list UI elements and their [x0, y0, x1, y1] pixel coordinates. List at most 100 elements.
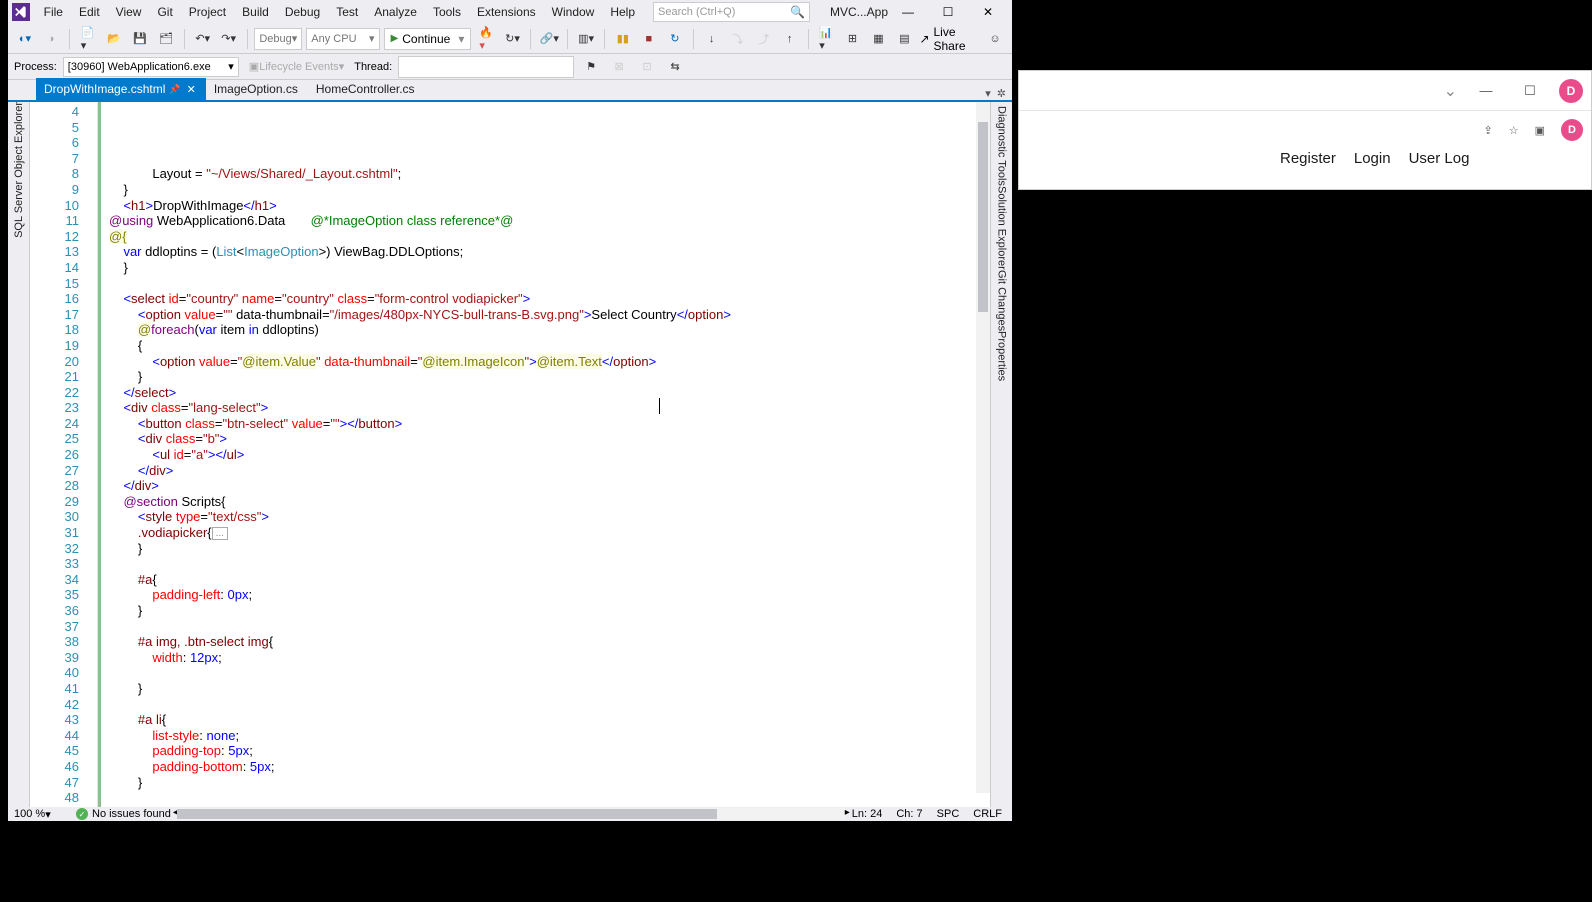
side-tab-diagnostic-tools[interactable]: Diagnostic Tools	[996, 106, 1008, 186]
code-line[interactable]: <select id="country" name="country" clas…	[109, 291, 986, 307]
code-line[interactable]: list-style: none;	[109, 728, 986, 744]
menu-view[interactable]: View	[108, 2, 150, 22]
code-line[interactable]: width: 12px;	[109, 650, 986, 666]
horizontal-scrollbar[interactable]: ◂ ▸	[177, 808, 846, 820]
code-line[interactable]: {	[109, 338, 986, 354]
pin-icon[interactable]: 📌	[169, 84, 180, 95]
feedback-button[interactable]: ☺	[984, 28, 1006, 50]
graph-button[interactable]: 📊▾	[815, 28, 837, 50]
step-over-button[interactable]: ⤵	[727, 28, 749, 50]
code-body[interactable]: Layout = "~/Views/Shared/_Layout.cshtml"…	[98, 102, 990, 807]
restart-button[interactable]: ↻	[664, 28, 686, 50]
star-icon[interactable]: ☆	[1509, 124, 1519, 137]
code-line[interactable]: }	[109, 541, 986, 557]
lifecycle-button[interactable]: ▣ Lifecycle Events ▾	[245, 56, 348, 78]
stop-button[interactable]: ■	[638, 28, 660, 50]
code-line[interactable]	[109, 619, 986, 635]
code-line[interactable]: var ddloptins = (List<ImageOption>) View…	[109, 244, 986, 260]
menu-analyze[interactable]: Analyze	[366, 2, 425, 22]
tab-settings-button[interactable]: ✲	[997, 87, 1006, 100]
code-line[interactable]: <style type="text/css">	[109, 509, 986, 525]
share-icon[interactable]: ⇪	[1484, 124, 1493, 137]
code-line[interactable]: <ul id="a"></ul>	[109, 447, 986, 463]
toggle-button-1[interactable]: ▥▾	[575, 28, 597, 50]
menu-build[interactable]: Build	[234, 2, 277, 22]
code-line[interactable]	[109, 276, 986, 292]
platform-dropdown[interactable]: Any CPU▾	[306, 28, 379, 50]
nav-link-user-log[interactable]: User Log	[1409, 150, 1470, 167]
undo-button[interactable]: ↶▾	[192, 28, 214, 50]
layout-button-2[interactable]: ▦	[867, 28, 889, 50]
indent-status[interactable]: SPC	[937, 808, 960, 820]
code-line[interactable]: }	[109, 603, 986, 619]
side-tab-solution-explorer[interactable]: Solution Explorer	[996, 186, 1008, 270]
config-dropdown[interactable]: Debug▾	[254, 28, 302, 50]
code-line[interactable]: </div>	[109, 478, 986, 494]
tab-homecontroller-cs[interactable]: HomeController.cs	[308, 78, 425, 100]
code-line[interactable]: @{	[109, 229, 986, 245]
nav-back-button[interactable]: ◐▾	[14, 28, 36, 50]
code-line[interactable]: padding-left: 0px;	[109, 587, 986, 603]
chevron-down-icon[interactable]: ⌄	[1444, 81, 1457, 101]
code-line[interactable]: </select>	[109, 385, 986, 401]
code-line[interactable]: @section Scripts{	[109, 494, 986, 510]
code-line[interactable]	[109, 697, 986, 713]
close-button[interactable]: ✕	[968, 0, 1008, 24]
maximize-button[interactable]: ☐	[928, 0, 968, 24]
line-ending-status[interactable]: CRLF	[973, 808, 1002, 820]
flag-button[interactable]: ⚑	[580, 56, 602, 78]
avatar[interactable]: D	[1559, 79, 1583, 103]
code-line[interactable]: padding-top: 5px;	[109, 743, 986, 759]
line-number-status[interactable]: Ln: 24	[852, 808, 883, 820]
code-line[interactable]: @using WebApplication6.Data @*ImageOptio…	[109, 213, 986, 229]
browser-link-button[interactable]: 🔗▾	[538, 28, 560, 50]
side-tab-properties[interactable]: Properties	[996, 331, 1008, 381]
code-line[interactable]	[109, 665, 986, 681]
step-out-button[interactable]: ⤴	[753, 28, 775, 50]
redo-button[interactable]: ↷▾	[218, 28, 240, 50]
nav-link-login[interactable]: Login	[1354, 150, 1391, 167]
code-line[interactable]: <h1>DropWithImage</h1>	[109, 198, 986, 214]
code-line[interactable]: #a{	[109, 572, 986, 588]
menu-tools[interactable]: Tools	[425, 2, 469, 22]
search-input[interactable]: Search (Ctrl+Q) 🔍	[653, 2, 810, 22]
scroll-right-icon[interactable]: ▸	[845, 807, 850, 818]
layout-button-1[interactable]: ⊞	[841, 28, 863, 50]
char-status[interactable]: Ch: 7	[896, 808, 922, 820]
code-line[interactable]: Layout = "~/Views/Shared/_Layout.cshtml"…	[109, 166, 986, 182]
code-line[interactable]: <option value="@item.Value" data-thumbna…	[109, 354, 986, 370]
menu-edit[interactable]: Edit	[71, 2, 108, 22]
profile-avatar[interactable]: D	[1561, 119, 1583, 141]
code-line[interactable]: #a li{	[109, 712, 986, 728]
menu-project[interactable]: Project	[181, 2, 234, 22]
thread-tool-1[interactable]: ⊠	[608, 56, 630, 78]
nav-link-register[interactable]: Register	[1280, 150, 1336, 167]
code-line[interactable]: </div>	[109, 463, 986, 479]
menu-help[interactable]: Help	[602, 2, 643, 22]
refresh-button[interactable]: ↻▾	[501, 28, 523, 50]
process-dropdown[interactable]: [30960] WebApplication6.exe▾	[63, 57, 239, 77]
thread-tool-3[interactable]: ⇆	[664, 56, 686, 78]
code-line[interactable]: padding-bottom: 5px;	[109, 759, 986, 775]
hscroll-thumb[interactable]	[177, 809, 717, 819]
issues-status[interactable]: ✓ No issues found	[76, 808, 171, 820]
thread-tool-2[interactable]: ⊡	[636, 56, 658, 78]
new-file-button[interactable]: 📄▾	[77, 28, 99, 50]
step-into-button[interactable]: ↓	[701, 28, 723, 50]
tab-dropwithimage-cshtml[interactable]: DropWithImage.cshtml📌✕	[36, 78, 206, 100]
menu-extensions[interactable]: Extensions	[469, 2, 544, 22]
code-line[interactable]: #a img, .btn-select img{	[109, 634, 986, 650]
save-button[interactable]: 💾	[129, 28, 151, 50]
close-icon[interactable]: ✕	[187, 83, 196, 96]
menu-test[interactable]: Test	[328, 2, 366, 22]
code-line[interactable]: }	[109, 775, 986, 791]
code-line[interactable]: @foreach(var item in ddloptins)	[109, 322, 986, 338]
pause-button[interactable]: ▮▮	[612, 28, 634, 50]
code-editor[interactable]: 4567891011121314151617181920212223242526…	[30, 102, 990, 807]
sql-explorer-tab[interactable]: SQL Server Object Explorer	[13, 102, 25, 244]
code-line[interactable]: }	[109, 369, 986, 385]
code-line[interactable]: <option value="" data-thumbnail="/images…	[109, 307, 986, 323]
scrollbar-thumb[interactable]	[978, 122, 988, 312]
open-file-button[interactable]: 📂	[103, 28, 125, 50]
code-line[interactable]: }	[109, 260, 986, 276]
